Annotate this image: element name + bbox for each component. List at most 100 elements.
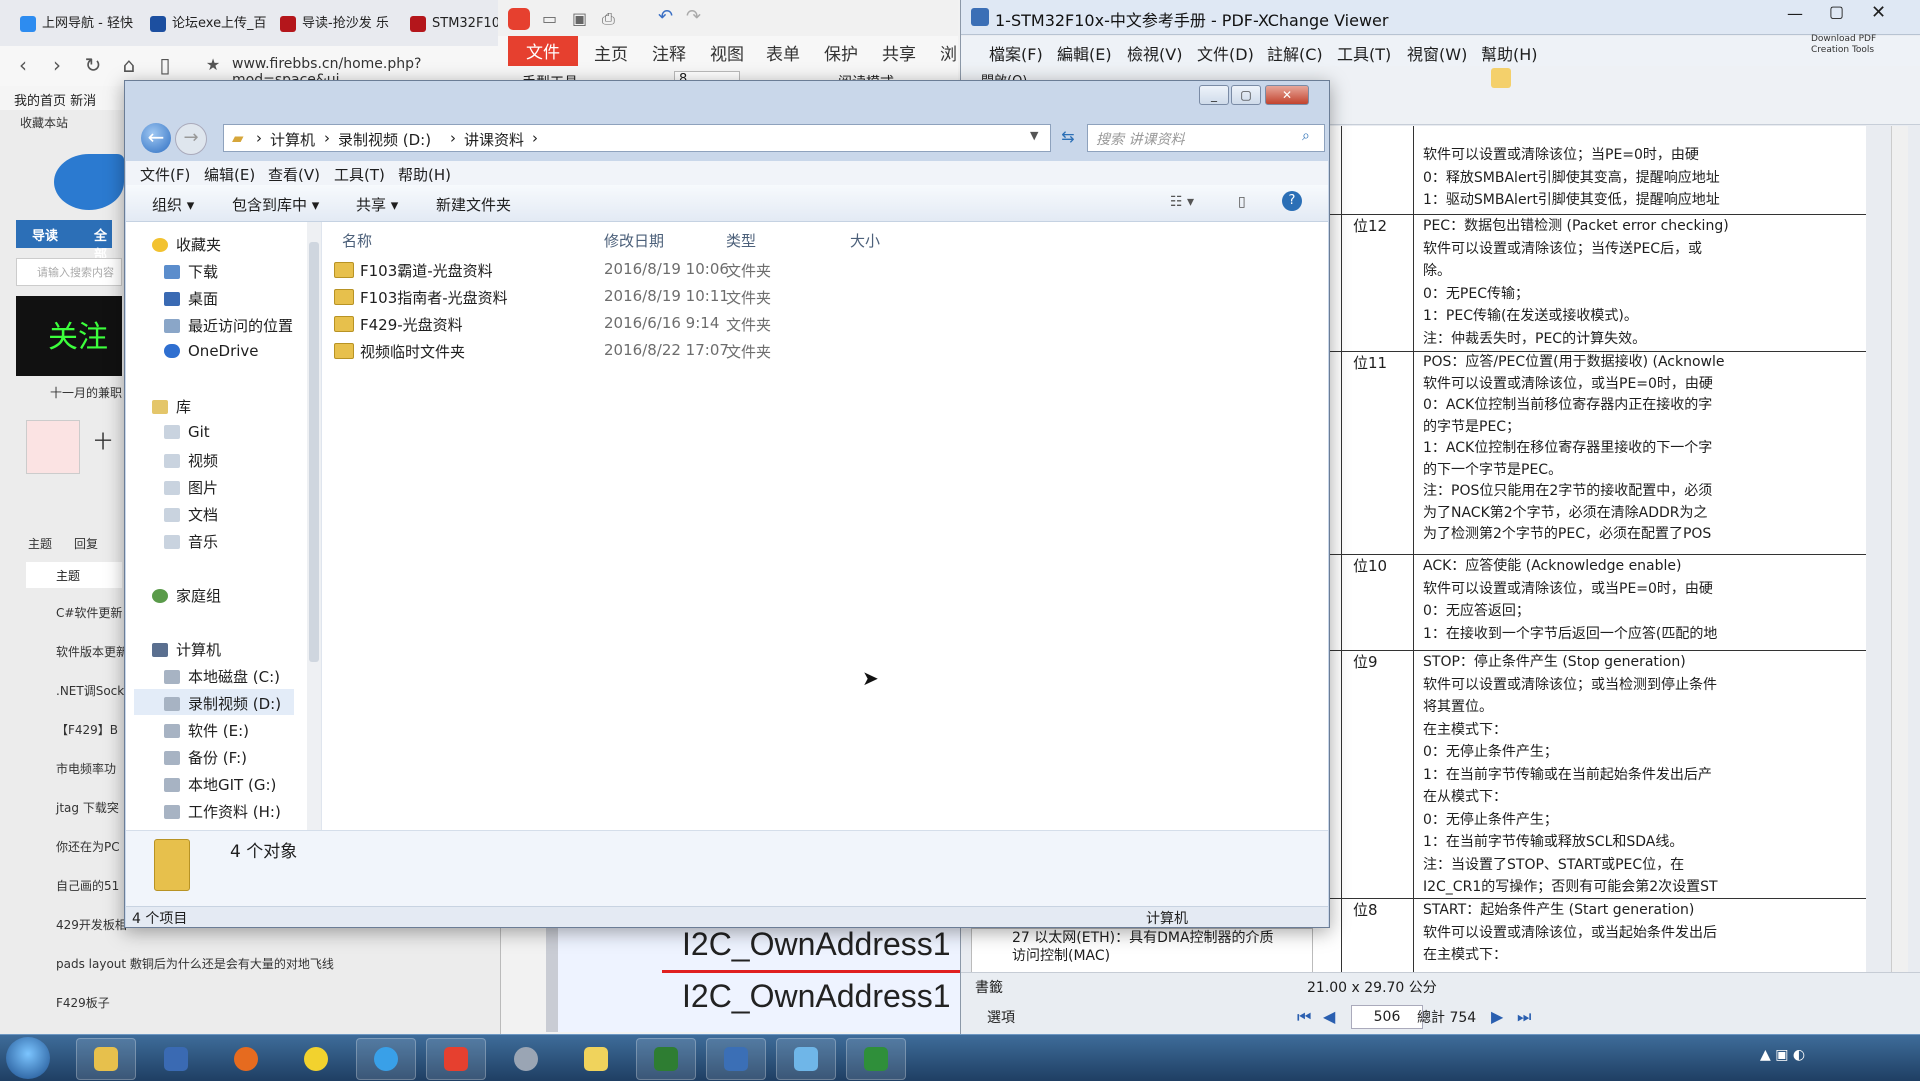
save-icon[interactable]: ▣ <box>572 9 587 28</box>
thread-link[interactable]: jtag 下载突 <box>56 799 119 816</box>
nav-drive-h[interactable]: 工作资料 (H:) <box>164 801 281 822</box>
refresh-icon[interactable]: ↻ <box>80 52 106 78</box>
maximize-button[interactable]: ▢ <box>1829 2 1844 21</box>
prev-page-icon[interactable]: ◀ <box>1323 1007 1335 1026</box>
bookmark-item[interactable]: 27 以太网(ETH)：具有DMA控制器的介质访问控制(MAC) <box>1012 929 1282 965</box>
tab-protect[interactable]: 保护 <box>824 40 858 65</box>
list-item[interactable]: F103指南者-光盘资料 2016/8/19 10:11 文件夹 <box>334 285 934 311</box>
view-options-icon[interactable]: ☷ ▾ <box>1170 194 1194 210</box>
list-item[interactable]: 视频临时文件夹 2016/8/22 17:07 文件夹 <box>334 339 934 365</box>
last-page-icon[interactable]: ⏭ <box>1517 1007 1531 1027</box>
chevron-down-icon[interactable]: ▼ <box>1030 129 1038 142</box>
menu-edit[interactable]: 编辑(E) <box>204 164 255 185</box>
menu-file[interactable]: 文件(F) <box>140 164 190 185</box>
tab-view[interactable]: 视图 <box>710 40 744 65</box>
taskbar-pdf-viewer[interactable] <box>706 1038 766 1080</box>
taskbar-wps[interactable] <box>426 1038 486 1080</box>
preview-pane-icon[interactable]: ▯ <box>1238 194 1246 210</box>
thread-link[interactable]: 自己画的51 <box>56 877 119 894</box>
menu-help[interactable]: 幫助(H) <box>1481 41 1538 65</box>
nav-desktop[interactable]: 桌面 <box>164 288 218 309</box>
nav-downloads[interactable]: 下载 <box>164 261 218 282</box>
nav-homegroup[interactable]: 家庭组 <box>152 585 221 606</box>
tab-replies[interactable]: 回复 <box>74 535 98 552</box>
nav-libraries[interactable]: 库 <box>152 396 191 417</box>
redo-icon[interactable]: ↷ <box>686 6 701 27</box>
breadcrumb[interactable]: ▰ › 计算机 › 录制视频 (D:) › 讲课资料 › ▼ <box>223 124 1051 152</box>
nav-recent[interactable]: 最近访问的位置 <box>164 315 293 336</box>
nav-git[interactable]: Git <box>164 423 210 441</box>
avatar[interactable] <box>26 420 80 474</box>
nav-favorites[interactable]: 收藏夹 <box>152 234 221 255</box>
menu-view[interactable]: 查看(V) <box>268 164 320 185</box>
back-arrow-icon[interactable]: ‹ <box>10 52 36 78</box>
thread-link[interactable]: pads layout 敷铜后为什么还是会有大量的对地飞线 <box>56 955 334 972</box>
follow-banner[interactable]: 关注 <box>16 296 122 376</box>
tab-share[interactable]: 共享 <box>882 40 916 65</box>
thread-link[interactable]: 软件版本更新 <box>56 643 128 660</box>
minimize-button[interactable]: — <box>1787 4 1803 23</box>
taskbar-notepad[interactable] <box>776 1038 836 1080</box>
browser-tab[interactable]: 论坛exe上传_百 <box>146 10 292 38</box>
column-name[interactable]: 名称 <box>342 230 372 251</box>
tab-topics[interactable]: 主题 <box>28 535 52 552</box>
tab-form[interactable]: 表单 <box>766 40 800 65</box>
taskbar-powershell[interactable] <box>146 1038 206 1080</box>
nav-drive-g[interactable]: 本地GIT (G:) <box>164 774 276 795</box>
taskbar-camtasia[interactable] <box>846 1038 906 1080</box>
nav-guide-tab[interactable]: 导读 <box>32 225 58 244</box>
include-in-library-button[interactable]: 包含到库中 ▾ <box>232 194 319 215</box>
refresh-icon[interactable]: ⇆ <box>1055 124 1081 150</box>
system-tray[interactable]: ▲ ▣ ◐ <box>1760 1047 1805 1063</box>
menu-tools[interactable]: 工具(T) <box>1337 41 1391 65</box>
download-tools-button[interactable]: Download PDF Creation Tools <box>1811 34 1911 56</box>
thread-link[interactable]: 你还在为PC <box>56 838 120 855</box>
pdf-vertical-scrollbar[interactable] <box>1891 126 1908 972</box>
thread-link[interactable]: C#软件更新 <box>56 604 122 621</box>
nav-documents[interactable]: 文档 <box>164 504 218 525</box>
star-icon[interactable]: ★ <box>200 52 226 78</box>
favorites-link[interactable]: 收藏本站 <box>20 114 68 131</box>
nav-music[interactable]: 音乐 <box>164 531 218 552</box>
bookmarks-tab[interactable]: 書籤 <box>975 977 1003 997</box>
help-icon[interactable]: ? <box>1282 191 1302 211</box>
breadcrumb-folder[interactable]: 讲课资料 <box>464 129 524 150</box>
menu-document[interactable]: 文件(D) <box>1197 41 1254 65</box>
menu-comments[interactable]: 註解(C) <box>1267 41 1323 65</box>
taskbar-webcam[interactable] <box>496 1038 556 1080</box>
forward-arrow-icon[interactable]: › <box>44 52 70 78</box>
nav-videos[interactable]: 视频 <box>164 450 218 471</box>
hand-icon[interactable] <box>1491 68 1511 88</box>
menu-window[interactable]: 視窗(W) <box>1407 41 1467 65</box>
nav-drive-d-selected[interactable]: 录制视频 (D:) <box>134 689 294 715</box>
thread-link[interactable]: .NET调Sock <box>56 682 124 699</box>
menu-view[interactable]: 檢視(V) <box>1127 41 1182 65</box>
browser-tab[interactable]: 导读-抢沙发 乐 <box>276 10 422 38</box>
search-input[interactable]: 搜索 讲课资料 ⌕ <box>1087 124 1325 152</box>
tab-more[interactable]: 浏 <box>940 40 957 65</box>
list-item[interactable]: F103霸道-光盘资料 2016/8/19 10:06 文件夹 <box>334 258 934 284</box>
tab-file[interactable]: 文件 <box>508 36 578 66</box>
scroll-thumb[interactable] <box>309 242 319 662</box>
home-icon[interactable]: ⌂ <box>116 52 142 78</box>
tab-annotate[interactable]: 注释 <box>652 40 686 65</box>
back-arrow-icon[interactable]: ← <box>141 123 171 153</box>
column-type[interactable]: 类型 <box>726 230 756 251</box>
share-button[interactable]: 共享 ▾ <box>356 194 398 215</box>
menu-file[interactable]: 檔案(F) <box>989 41 1043 65</box>
list-item[interactable]: F429-光盘资料 2016/6/16 9:14 文件夹 <box>334 312 934 338</box>
search-icon[interactable]: ⌕ <box>1302 128 1310 144</box>
current-page-input[interactable]: 506 <box>1351 1005 1423 1029</box>
forward-arrow-icon[interactable]: → <box>175 123 207 155</box>
taskbar-qq[interactable] <box>356 1038 416 1080</box>
menu-edit[interactable]: 編輯(E) <box>1057 41 1112 65</box>
maximize-button[interactable]: ▢ <box>1231 85 1261 105</box>
taskbar-browser[interactable] <box>286 1038 346 1080</box>
options-menu[interactable]: 選項 <box>987 1007 1015 1027</box>
thread-link[interactable]: F429板子 <box>56 994 110 1011</box>
taskbar-firefox[interactable] <box>216 1038 276 1080</box>
browser-tab[interactable]: 上网导航 - 轻快 <box>16 10 162 38</box>
taskbar-help[interactable] <box>566 1038 626 1080</box>
start-button[interactable] <box>6 1037 50 1079</box>
organize-button[interactable]: 组织 ▾ <box>152 194 194 215</box>
